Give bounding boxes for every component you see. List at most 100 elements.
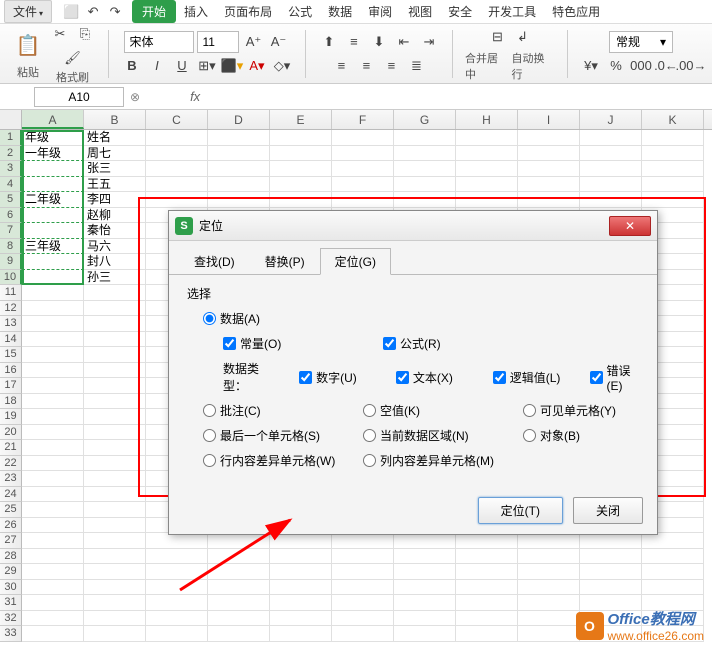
row-header[interactable]: 17 xyxy=(0,378,22,394)
check-formula[interactable]: 公式(R) xyxy=(383,335,441,352)
indent-left-icon[interactable]: ⇤ xyxy=(393,31,415,53)
border-icon[interactable]: ⊞▾ xyxy=(196,55,218,77)
cell[interactable] xyxy=(22,533,84,549)
cell[interactable] xyxy=(642,177,704,193)
currency-icon[interactable]: ¥▾ xyxy=(580,55,602,77)
close-button[interactable]: ✕ xyxy=(609,216,651,236)
decrease-font-icon[interactable]: A⁻ xyxy=(267,31,289,53)
cell[interactable] xyxy=(332,130,394,146)
decrease-decimal-icon[interactable]: .0← xyxy=(655,55,677,77)
cell[interactable] xyxy=(208,130,270,146)
cell[interactable] xyxy=(22,471,84,487)
clear-format-icon[interactable]: ◇▾ xyxy=(271,55,293,77)
cell[interactable] xyxy=(270,130,332,146)
cell[interactable] xyxy=(518,130,580,146)
cell[interactable] xyxy=(22,254,84,270)
toolbar-save-icon[interactable]: ⬜ xyxy=(60,1,82,23)
row-header[interactable]: 27 xyxy=(0,533,22,549)
cell[interactable] xyxy=(270,580,332,596)
cell[interactable] xyxy=(642,130,704,146)
row-header[interactable]: 28 xyxy=(0,549,22,565)
merge-label[interactable]: 合并居中 xyxy=(465,50,509,82)
cell[interactable] xyxy=(332,626,394,642)
fx-cancel-icon[interactable]: ⊗ xyxy=(130,90,140,104)
cell[interactable] xyxy=(22,456,84,472)
row-header[interactable]: 19 xyxy=(0,409,22,425)
row-header[interactable]: 1 xyxy=(0,130,22,146)
cell[interactable] xyxy=(84,301,146,317)
cell[interactable] xyxy=(332,533,394,549)
cell[interactable] xyxy=(394,549,456,565)
align-left-icon[interactable]: ≡ xyxy=(330,55,352,77)
cell[interactable] xyxy=(22,595,84,611)
row-header[interactable]: 6 xyxy=(0,208,22,224)
percent-icon[interactable]: % xyxy=(605,55,627,77)
select-all-corner[interactable] xyxy=(0,110,22,129)
cell[interactable] xyxy=(394,130,456,146)
check-number[interactable]: 数字(U) xyxy=(299,369,386,386)
row-header[interactable]: 15 xyxy=(0,347,22,363)
cell[interactable] xyxy=(270,161,332,177)
increase-decimal-icon[interactable]: .00→ xyxy=(680,55,702,77)
tab-replace[interactable]: 替换(P) xyxy=(250,248,320,275)
cell[interactable] xyxy=(146,130,208,146)
menu-file[interactable]: 文件▾ xyxy=(4,0,52,23)
cell[interactable] xyxy=(146,549,208,565)
cell[interactable] xyxy=(642,564,704,580)
cell[interactable] xyxy=(146,533,208,549)
radio-row-diff[interactable]: 行内容差异单元格(W) xyxy=(203,452,353,469)
cell[interactable]: 马六 xyxy=(84,239,146,255)
row-header[interactable]: 16 xyxy=(0,363,22,379)
row-header[interactable]: 11 xyxy=(0,285,22,301)
number-format-select[interactable]: 常规▾ xyxy=(609,31,673,53)
align-bottom-icon[interactable]: ⬇ xyxy=(368,31,390,53)
cell[interactable] xyxy=(22,487,84,503)
cell[interactable] xyxy=(22,394,84,410)
radio-current-region[interactable]: 当前数据区域(N) xyxy=(363,427,513,444)
dialog-titlebar[interactable]: S 定位 ✕ xyxy=(169,211,657,241)
cell[interactable] xyxy=(22,626,84,642)
row-header[interactable]: 10 xyxy=(0,270,22,286)
cell[interactable] xyxy=(146,580,208,596)
cell[interactable] xyxy=(84,549,146,565)
row-header[interactable]: 9 xyxy=(0,254,22,270)
cell[interactable] xyxy=(22,440,84,456)
toolbar-undo-icon[interactable]: ↶ xyxy=(82,1,104,23)
radio-visible[interactable]: 可见单元格(Y) xyxy=(523,402,616,419)
cell[interactable] xyxy=(518,611,580,627)
menu-tab-view[interactable]: 视图 xyxy=(400,1,440,22)
cell[interactable] xyxy=(642,533,704,549)
cell[interactable] xyxy=(84,611,146,627)
cell[interactable] xyxy=(518,595,580,611)
cell[interactable] xyxy=(22,161,84,177)
cell[interactable] xyxy=(208,626,270,642)
cell[interactable] xyxy=(146,177,208,193)
cell[interactable]: 张三 xyxy=(84,161,146,177)
cell[interactable] xyxy=(332,611,394,627)
cell[interactable]: 周七 xyxy=(84,146,146,162)
font-size-select[interactable] xyxy=(197,31,239,53)
cell[interactable] xyxy=(394,564,456,580)
check-text[interactable]: 文本(X) xyxy=(396,369,483,386)
row-header[interactable]: 29 xyxy=(0,564,22,580)
row-header[interactable]: 18 xyxy=(0,394,22,410)
cell[interactable] xyxy=(270,611,332,627)
cell[interactable] xyxy=(22,177,84,193)
row-header[interactable]: 8 xyxy=(0,239,22,255)
radio-data[interactable]: 数据(A) xyxy=(203,310,260,327)
row-header[interactable]: 13 xyxy=(0,316,22,332)
row-header[interactable]: 22 xyxy=(0,456,22,472)
cell[interactable] xyxy=(146,161,208,177)
italic-icon[interactable]: I xyxy=(146,55,168,77)
menu-tab-dev[interactable]: 开发工具 xyxy=(480,1,544,22)
cell[interactable] xyxy=(22,347,84,363)
cell[interactable] xyxy=(146,564,208,580)
tab-locate[interactable]: 定位(G) xyxy=(320,248,391,275)
row-header[interactable]: 31 xyxy=(0,595,22,611)
cell[interactable] xyxy=(642,161,704,177)
cell[interactable] xyxy=(22,611,84,627)
underline-icon[interactable]: U xyxy=(171,55,193,77)
cell[interactable] xyxy=(84,456,146,472)
row-header[interactable]: 20 xyxy=(0,425,22,441)
row-header[interactable]: 5 xyxy=(0,192,22,208)
